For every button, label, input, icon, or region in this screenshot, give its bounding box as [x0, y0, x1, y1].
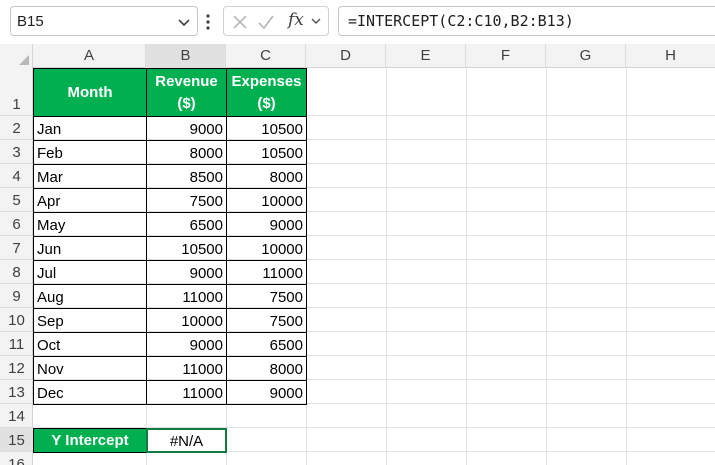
row-header-4[interactable]: 4: [0, 164, 33, 188]
row-headers: 1 2 3 4 5 6 7 8 9 10 11 12 13 14 15 16: [0, 68, 33, 465]
header-revenue-line2: ($): [177, 94, 196, 112]
cell-revenue[interactable]: 10000: [146, 308, 227, 333]
cell-revenue[interactable]: 11000: [146, 356, 227, 381]
intercept-label-cell[interactable]: Y Intercept: [33, 428, 147, 453]
cell-expenses[interactable]: 10000: [226, 236, 307, 261]
row-header-11[interactable]: 11: [0, 332, 33, 356]
cell-expenses[interactable]: 10000: [226, 188, 307, 213]
row-header-12[interactable]: 12: [0, 356, 33, 380]
row-header-10[interactable]: 10: [0, 308, 33, 332]
row-header-1[interactable]: 1: [0, 68, 33, 116]
row-header-13[interactable]: 13: [0, 380, 33, 404]
header-cell-revenue[interactable]: Revenue ($): [146, 68, 227, 117]
formula-text: =INTERCEPT(C2:C10,B2:B13): [348, 12, 574, 30]
cell-revenue[interactable]: 7500: [146, 188, 227, 213]
column-header-b[interactable]: B: [146, 44, 226, 68]
cell-revenue[interactable]: 11000: [146, 284, 227, 309]
more-options-icon[interactable]: [205, 12, 211, 32]
column-header-c[interactable]: C: [226, 44, 306, 68]
insert-function-icon[interactable]: fx: [288, 10, 304, 30]
row-header-8[interactable]: 8: [0, 260, 33, 284]
cell-expenses[interactable]: 8000: [226, 164, 307, 189]
cell-month[interactable]: Jun: [33, 236, 147, 261]
cancel-icon[interactable]: [232, 14, 248, 30]
cell-expenses[interactable]: 10500: [226, 116, 307, 141]
cell-month[interactable]: Mar: [33, 164, 147, 189]
cell-month[interactable]: Nov: [33, 356, 147, 381]
chevron-down-icon[interactable]: [177, 15, 191, 29]
cell-expenses[interactable]: 8000: [226, 356, 307, 381]
cell-expenses[interactable]: 7500: [226, 284, 307, 309]
formula-bar: B15 fx =INTERCEPT(C2:C10,B2:B13): [0, 0, 715, 44]
cell-month[interactable]: May: [33, 212, 147, 237]
row-header-14[interactable]: 14: [0, 404, 33, 428]
header-cell-expenses[interactable]: Expenses ($): [226, 68, 307, 117]
cell-month[interactable]: Feb: [33, 140, 147, 165]
column-header-g[interactable]: G: [546, 44, 626, 68]
select-all-corner[interactable]: [0, 44, 33, 68]
row-header-16[interactable]: 16: [0, 452, 33, 465]
cell-expenses[interactable]: 11000: [226, 260, 307, 285]
row-header-6[interactable]: 6: [0, 212, 33, 236]
cell-revenue[interactable]: 8500: [146, 164, 227, 189]
header-expenses-line1: Expenses: [231, 72, 302, 90]
header-revenue-line1: Revenue: [155, 72, 218, 90]
row-header-15[interactable]: 15: [0, 428, 33, 452]
cell-revenue[interactable]: 11000: [146, 380, 227, 405]
cell-month[interactable]: Sep: [33, 308, 147, 333]
cell-revenue[interactable]: 9000: [146, 260, 227, 285]
intercept-value-cell[interactable]: #N/A: [146, 428, 227, 453]
formula-input[interactable]: =INTERCEPT(C2:C10,B2:B13): [338, 6, 715, 36]
enter-check-icon[interactable]: [258, 14, 274, 30]
column-header-e[interactable]: E: [386, 44, 466, 68]
cell-month[interactable]: Jul: [33, 260, 147, 285]
header-expenses-line2: ($): [257, 94, 276, 112]
row-header-9[interactable]: 9: [0, 284, 33, 308]
cell-expenses[interactable]: 9000: [226, 380, 307, 405]
expand-formula-icon[interactable]: [310, 15, 322, 27]
cell-month[interactable]: Apr: [33, 188, 147, 213]
cell-revenue[interactable]: 10500: [146, 236, 227, 261]
row-header-5[interactable]: 5: [0, 188, 33, 212]
cell-revenue[interactable]: 8000: [146, 140, 227, 165]
row-header-3[interactable]: 3: [0, 140, 33, 164]
cell-revenue[interactable]: 9000: [146, 116, 227, 141]
cell-month[interactable]: Oct: [33, 332, 147, 357]
cell-expenses[interactable]: 9000: [226, 212, 307, 237]
cell-month[interactable]: Jan: [33, 116, 147, 141]
column-headers: A B C D E F G H: [0, 44, 715, 68]
column-header-h[interactable]: H: [626, 44, 715, 68]
row-header-7[interactable]: 7: [0, 236, 33, 260]
column-header-d[interactable]: D: [306, 44, 386, 68]
cell-revenue[interactable]: 6500: [146, 212, 227, 237]
cell-revenue[interactable]: 9000: [146, 332, 227, 357]
header-cell-month[interactable]: Month: [33, 68, 147, 117]
row-header-2[interactable]: 2: [0, 116, 33, 140]
name-box-value: B15: [17, 13, 44, 30]
column-header-f[interactable]: F: [466, 44, 546, 68]
name-box[interactable]: B15: [10, 6, 198, 36]
cell-expenses[interactable]: 7500: [226, 308, 307, 333]
cell-month[interactable]: Dec: [33, 380, 147, 405]
formula-actions: fx: [223, 6, 329, 36]
column-header-a[interactable]: A: [33, 44, 146, 68]
cell-expenses[interactable]: 6500: [226, 332, 307, 357]
cell-month[interactable]: Aug: [33, 284, 147, 309]
cell-expenses[interactable]: 10500: [226, 140, 307, 165]
